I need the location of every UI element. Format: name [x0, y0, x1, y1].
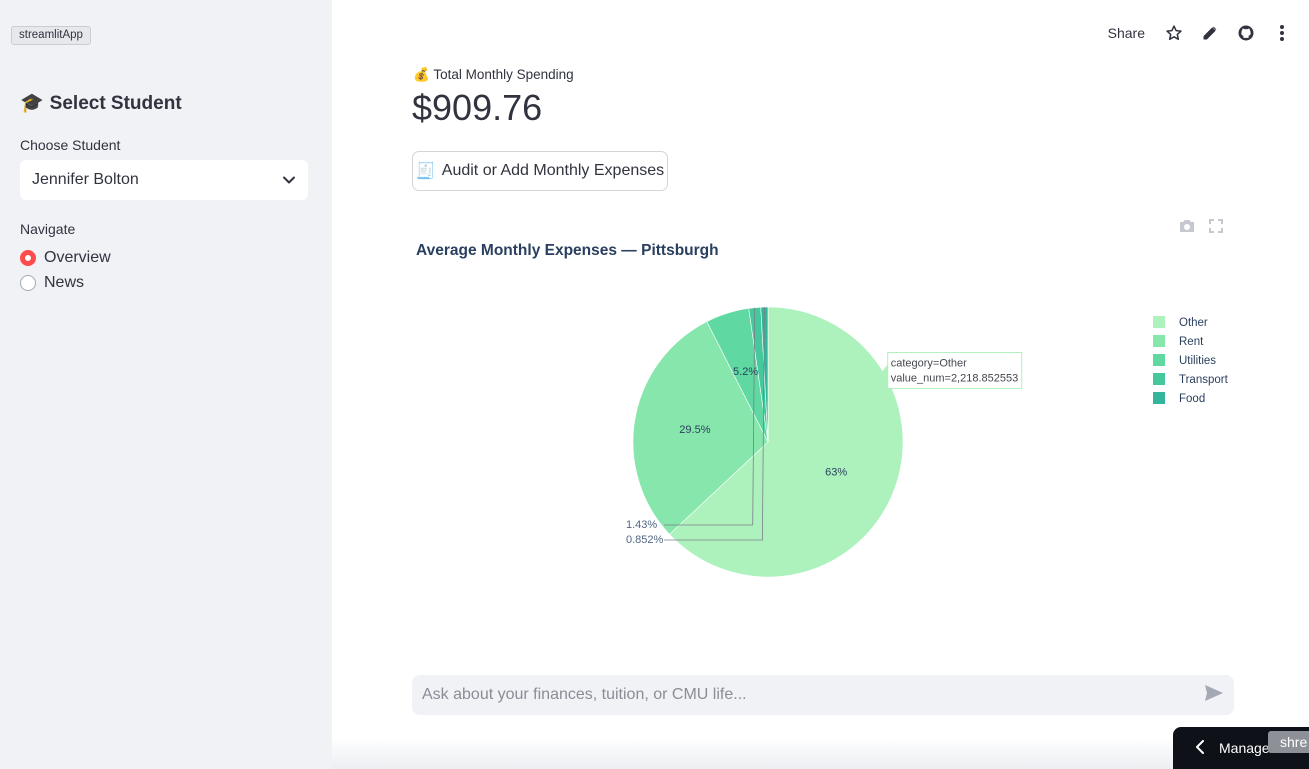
share-button[interactable]: Share	[1108, 25, 1145, 41]
legend-swatch	[1153, 373, 1165, 385]
chat-input[interactable]	[422, 686, 1204, 704]
send-icon[interactable]	[1204, 684, 1224, 707]
legend-item-food: Food	[1179, 393, 1205, 405]
legend-item-rent: Rent	[1179, 336, 1204, 348]
camera-icon[interactable]	[1178, 218, 1196, 239]
chart-modebar	[1178, 218, 1224, 239]
pie-outside-label: 1.43%	[626, 519, 657, 531]
sidebar-title: 🎓 Select Student	[20, 91, 182, 115]
sidebar-title-text: Select Student	[49, 93, 182, 114]
tooltip-line-category: category=Other	[891, 357, 967, 369]
legend-swatch	[1153, 316, 1165, 328]
github-icon[interactable]	[1235, 22, 1257, 44]
metric-label: 💰 Total Monthly Spending	[413, 67, 574, 83]
chat-input-bar	[412, 675, 1234, 715]
audit-expenses-label: Audit or Add Monthly Expenses	[441, 162, 665, 179]
chart-title: Average Monthly Expenses — Pittsburgh	[416, 242, 719, 259]
app-name-tag: streamlitApp	[11, 26, 91, 45]
nav-radio-news[interactable]: News	[20, 274, 84, 292]
legend-item-transport: Transport	[1179, 374, 1229, 386]
star-icon[interactable]	[1163, 22, 1185, 44]
student-select-value: Jennifer Bolton	[32, 171, 139, 188]
top-toolbar: Share	[1108, 22, 1293, 44]
pie-outside-label: 0.852%	[626, 534, 664, 546]
legend-swatch	[1153, 354, 1165, 366]
money-bag-icon: 💰	[413, 67, 430, 82]
legend-swatch	[1153, 392, 1165, 404]
audit-expenses-button[interactable]: 🧾 Audit or Add Monthly Expenses	[412, 151, 668, 191]
pie-slice-label: 5.2%	[733, 366, 758, 378]
legend-swatch	[1153, 335, 1165, 347]
student-select[interactable]: Jennifer Bolton	[20, 160, 308, 200]
legend-item-utilities: Utilities	[1179, 355, 1216, 367]
choose-student-label: Choose Student	[20, 137, 121, 153]
nav-radio-label: Overview	[44, 249, 111, 266]
manage-label: Manage	[1219, 740, 1270, 756]
nav-radio-label: News	[44, 274, 85, 291]
nav-radio-overview[interactable]: Overview	[20, 249, 111, 267]
edit-pencil-icon[interactable]	[1199, 22, 1221, 44]
tooltip-line-value: value_num=2,218.852553	[891, 372, 1019, 384]
fullscreen-icon[interactable]	[1208, 218, 1224, 239]
metric-value: $909.76	[412, 87, 543, 128]
radio-selected-icon	[20, 250, 36, 266]
chevron-down-icon	[283, 176, 295, 184]
metric-label-text: Total Monthly Spending	[433, 67, 574, 82]
more-options-icon[interactable]	[1271, 22, 1293, 44]
receipt-icon: 🧾	[415, 163, 436, 180]
radio-unselected-icon	[20, 275, 36, 291]
pie-chart: 63% 29.5% 5.2% 1.43% 0.852% Other Rent Utilitie…	[626, 306, 1229, 578]
sidebar: streamlitApp 🎓 Select Student Choose Stud…	[0, 0, 332, 769]
legend-item-other: Other	[1179, 317, 1208, 329]
bottom-fade	[332, 738, 1309, 769]
graduation-cap-icon: 🎓	[20, 93, 44, 114]
pie-slice-label: 63%	[825, 467, 847, 479]
user-badge: shre	[1268, 731, 1309, 753]
navigate-label: Navigate	[20, 221, 76, 237]
chevron-left-icon	[1195, 739, 1205, 757]
pie-slice-label: 29.5%	[679, 424, 710, 436]
